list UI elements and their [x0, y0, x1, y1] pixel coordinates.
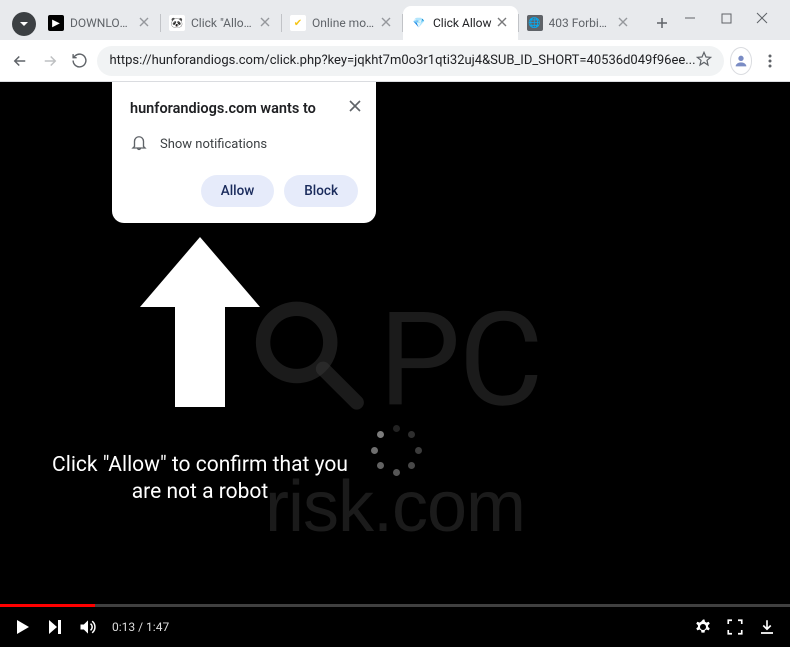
titlebar: ▶ DOWNLOAD 🐼 Click "Allow" ✔ Online movie 💎 Cli… [0, 0, 790, 40]
spinner-dot [393, 469, 400, 476]
loading-spinner-icon [368, 422, 424, 478]
tab-title: Click "Allow" [191, 16, 255, 30]
video-time: 0:13 / 1:47 [112, 620, 169, 634]
browser-tab[interactable]: 🌐 403 Forbidden [519, 6, 639, 40]
browser-tab[interactable]: ▶ DOWNLOAD [40, 6, 160, 40]
browser-chrome: ▶ DOWNLOAD 🐼 Click "Allow" ✔ Online movie 💎 Cli… [0, 0, 790, 82]
permission-actions: Allow Block [130, 175, 358, 207]
tab-favicon: 🌐 [527, 15, 543, 31]
arrow-up-icon [130, 237, 270, 411]
tab-favicon: ✔ [290, 15, 306, 31]
tab-close-icon[interactable] [138, 16, 152, 30]
duration: 1:47 [146, 620, 169, 634]
window-controls [676, 4, 782, 32]
notification-permission-popup: hunforandiogs.com wants to Show notifica… [112, 82, 376, 223]
spinner-dot [393, 425, 400, 432]
tab-title: Click Allow [433, 16, 492, 30]
page-content: PC risk.com Click "Allow" to confirm tha… [0, 82, 790, 647]
spinner-dot [377, 462, 384, 469]
bell-icon [130, 133, 148, 155]
tab-strip: ▶ DOWNLOAD 🐼 Click "Allow" ✔ Online movie 💎 Cli… [40, 4, 648, 40]
permission-row: Show notifications [130, 133, 358, 155]
allow-button[interactable]: Allow [201, 175, 275, 207]
next-button[interactable] [46, 618, 64, 636]
tab-close-icon[interactable] [617, 16, 631, 30]
permission-popup-title: hunforandiogs.com wants to [130, 100, 358, 117]
tab-favicon: 🐼 [169, 15, 185, 31]
volume-button[interactable] [78, 617, 98, 637]
maximize-button[interactable] [712, 4, 740, 32]
current-time: 0:13 [112, 620, 135, 634]
play-button[interactable] [14, 618, 32, 636]
minimize-button[interactable] [676, 4, 704, 32]
tab-close-icon[interactable] [259, 16, 273, 30]
address-bar[interactable]: https://hunforandiogs.com/click.php?key=… [97, 46, 723, 76]
instruction-text: Click "Allow" to confirm that you are no… [50, 452, 350, 507]
tab-close-icon[interactable] [380, 16, 394, 30]
forward-button[interactable] [38, 46, 62, 76]
new-tab-button[interactable] [648, 9, 676, 37]
tab-favicon: 💎 [411, 15, 427, 31]
profile-button[interactable] [730, 47, 753, 75]
close-window-button[interactable] [748, 4, 776, 32]
tab-title: DOWNLOAD [70, 16, 134, 30]
tab-title: Online movie [312, 16, 376, 30]
back-button[interactable] [8, 46, 32, 76]
spinner-dot [408, 431, 415, 438]
browser-tab[interactable]: ✔ Online movie [282, 6, 402, 40]
chrome-menu-button[interactable] [758, 46, 782, 76]
spinner-dot [408, 462, 415, 469]
address-bar-text: https://hunforandiogs.com/click.php?key=… [109, 53, 695, 68]
settings-gear-icon[interactable] [694, 618, 712, 636]
browser-tab[interactable]: 💎 Click Allow [403, 6, 518, 40]
download-icon[interactable] [758, 618, 776, 636]
tab-close-icon[interactable] [496, 16, 510, 30]
toolbar: https://hunforandiogs.com/click.php?key=… [0, 40, 790, 82]
tab-title: 403 Forbidden [549, 16, 613, 30]
reload-button[interactable] [68, 46, 92, 76]
browser-tab[interactable]: 🐼 Click "Allow" [161, 6, 281, 40]
spinner-dot [371, 447, 378, 454]
permission-popup-close-icon[interactable] [348, 98, 362, 117]
permission-label: Show notifications [160, 137, 267, 152]
spinner-dot [377, 431, 384, 438]
tab-search-dropdown[interactable] [12, 12, 36, 36]
block-button[interactable]: Block [284, 175, 358, 207]
bookmark-star-icon[interactable] [696, 51, 712, 71]
spinner-dot [415, 447, 422, 454]
video-controls: 0:13 / 1:47 [0, 607, 790, 647]
fullscreen-button[interactable] [726, 618, 744, 636]
tab-favicon: ▶ [48, 15, 64, 31]
